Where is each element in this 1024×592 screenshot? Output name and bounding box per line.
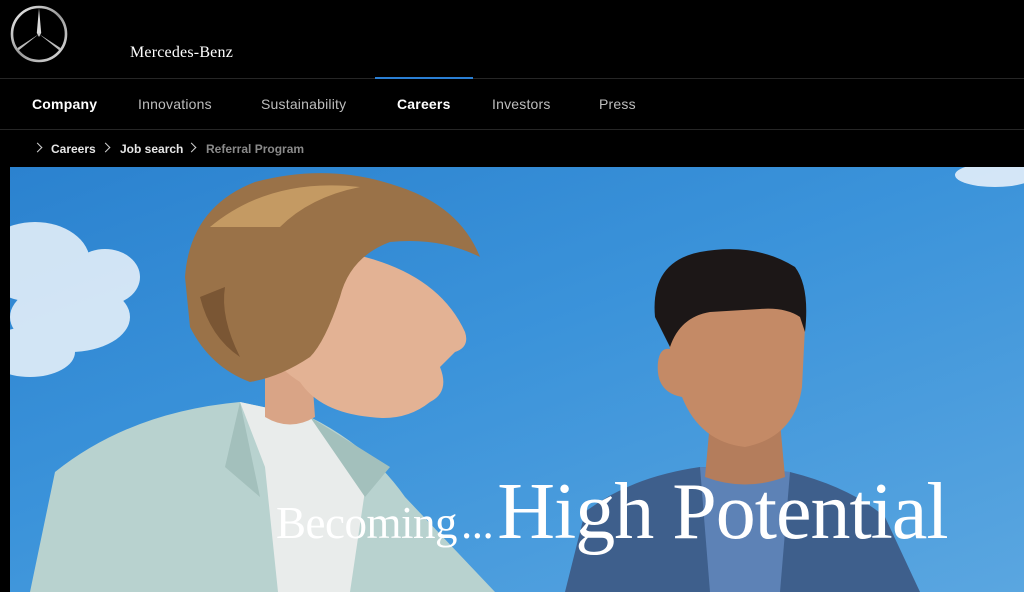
hero-headline: Becoming ... High Potential [276,467,949,558]
three-pointed-star-icon[interactable] [9,4,69,64]
chevron-right-icon [100,142,111,153]
nav-careers[interactable]: Careers [375,77,472,130]
nav-investors[interactable]: Investors [492,79,551,130]
headline-high-potential: High Potential [497,468,948,556]
chevron-right-icon [186,142,197,153]
nav-press[interactable]: Press [599,79,636,130]
breadcrumb-careers[interactable]: Careers [51,131,96,167]
hero-banner: Becoming ... High Potential [10,167,1024,592]
nav-innovations[interactable]: Innovations [138,79,212,130]
breadcrumb-job-search[interactable]: Job search [120,131,183,167]
brand-name[interactable]: Mercedes-Benz [130,44,233,62]
breadcrumb: Careers Job search Referral Program [0,131,1024,167]
headline-ellipsis: ... [460,498,494,548]
nav-sustainability[interactable]: Sustainability [261,79,346,130]
headline-becoming: Becoming [276,498,457,548]
chevron-right-icon [32,142,43,153]
main-nav: Company Innovations Sustainability Caree… [0,77,1024,130]
site-header: Mercedes-Benz [0,0,1024,78]
nav-company[interactable]: Company [32,79,97,130]
breadcrumb-current: Referral Program [206,142,305,156]
